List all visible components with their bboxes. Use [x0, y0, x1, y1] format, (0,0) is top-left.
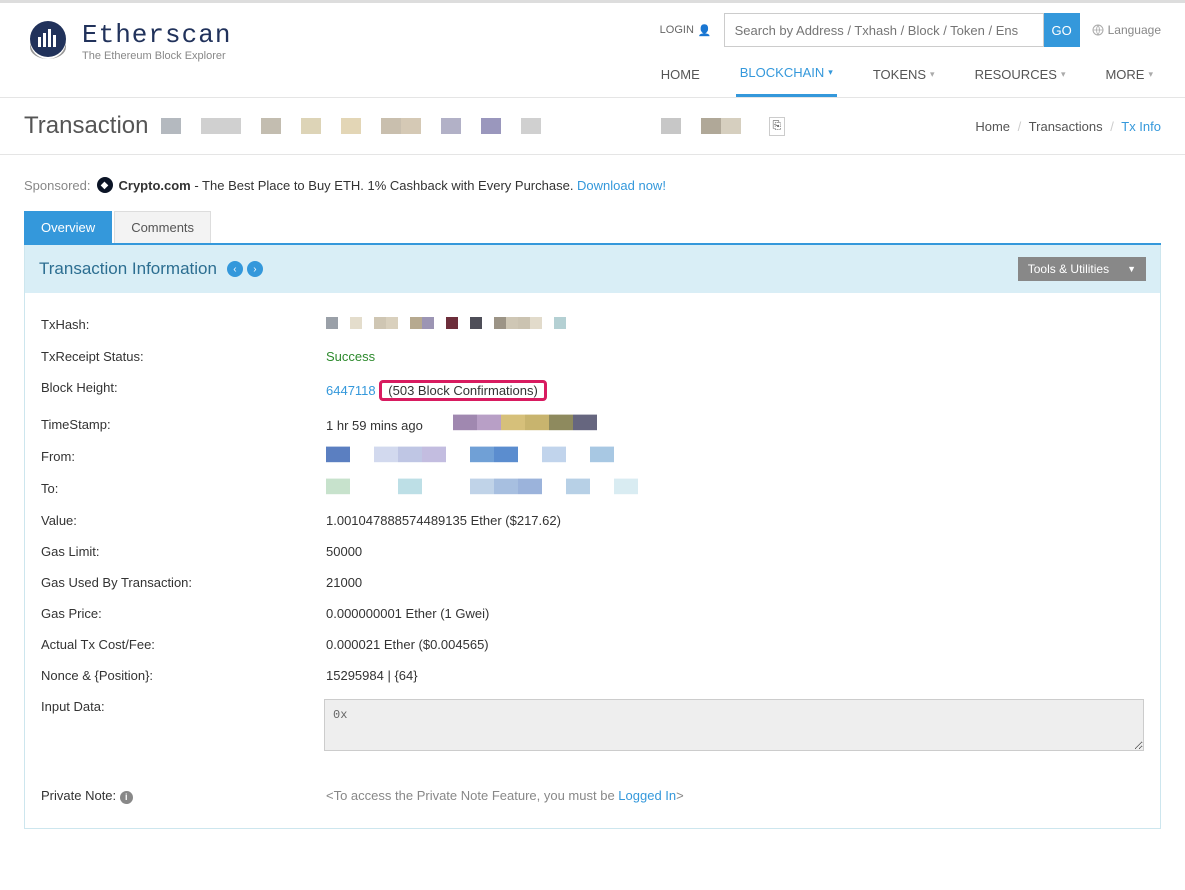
nonce-value: 15295984 | {64} — [326, 668, 1144, 683]
info-icon[interactable]: i — [120, 791, 133, 804]
breadcrumb-home[interactable]: Home — [975, 119, 1010, 134]
person-icon: 👤 — [698, 24, 712, 37]
to-label: To: — [41, 481, 326, 496]
language-selector[interactable]: Language — [1092, 23, 1161, 37]
block-confirmations: (503 Block Confirmations) — [379, 380, 547, 401]
panel-title: Transaction Information — [39, 259, 217, 279]
tab-comments[interactable]: Comments — [114, 211, 211, 243]
main-nav: HOME BLOCKCHAIN▾ TOKENS▾ RESOURCES▾ MORE… — [657, 57, 1161, 97]
gaslimit-label: Gas Limit: — [41, 544, 326, 559]
caret-down-icon: ▼ — [1127, 264, 1136, 274]
from-label: From: — [41, 449, 326, 464]
breadcrumb: Home / Transactions / Tx Info — [975, 119, 1161, 134]
inputdata-textarea[interactable] — [324, 699, 1144, 751]
login-link[interactable]: LOGIN 👤 — [660, 24, 712, 37]
search-go-button[interactable]: GO — [1044, 13, 1080, 47]
tabs: Overview Comments — [24, 211, 1161, 245]
timestamp-label: TimeStamp: — [41, 417, 326, 432]
nav-blockchain[interactable]: BLOCKCHAIN▾ — [736, 57, 837, 97]
value-value: 1.001047888574489135 Ether ($217.62) — [326, 513, 1144, 528]
etherscan-logo-icon — [24, 17, 72, 65]
chevron-down-icon: ▾ — [930, 69, 935, 80]
chevron-down-icon: ▾ — [828, 67, 833, 78]
logged-in-link[interactable]: Logged In — [618, 788, 676, 803]
blockheight-link[interactable]: 6447118 — [326, 383, 376, 398]
privatenote-value: <To access the Private Note Feature, you… — [326, 788, 1144, 803]
copy-icon[interactable]: ⎘ — [769, 117, 786, 136]
nav-resources[interactable]: RESOURCES▾ — [971, 57, 1070, 97]
logo[interactable]: Etherscan The Ethereum Block Explorer — [24, 13, 231, 65]
nav-tokens[interactable]: TOKENS▾ — [869, 57, 939, 97]
from-value-strip — [326, 447, 1185, 468]
value-label: Value: — [41, 513, 326, 528]
next-tx-button[interactable]: › — [247, 261, 263, 277]
status-value: Success — [326, 349, 1144, 364]
inputdata-label: Input Data: — [41, 699, 324, 714]
gasprice-label: Gas Price: — [41, 606, 326, 621]
nav-more[interactable]: MORE▾ — [1101, 57, 1157, 97]
chevron-down-icon: ▾ — [1061, 69, 1066, 80]
prev-tx-button[interactable]: ‹ — [227, 261, 243, 277]
blockheight-label: Block Height: — [41, 380, 326, 395]
logo-subtitle: The Ethereum Block Explorer — [82, 50, 231, 62]
txcost-value: 0.000021 Ether ($0.004565) — [326, 637, 1144, 652]
tools-utilities-dropdown[interactable]: Tools & Utilities▼ — [1018, 257, 1146, 281]
privatenote-label: Private Note: i — [41, 788, 326, 804]
status-label: TxReceipt Status: — [41, 349, 326, 364]
gasprice-value: 0.000000001 Ether (1 Gwei) — [326, 606, 1144, 621]
globe-icon — [1092, 24, 1104, 36]
search-input[interactable] — [724, 13, 1044, 47]
tab-overview[interactable]: Overview — [24, 211, 112, 243]
gasused-label: Gas Used By Transaction: — [41, 575, 326, 590]
txcost-label: Actual Tx Cost/Fee: — [41, 637, 326, 652]
title-hash-strip — [161, 118, 761, 134]
breadcrumb-transactions[interactable]: Transactions — [1029, 119, 1103, 134]
gaslimit-value: 50000 — [326, 544, 1144, 559]
timestamp-strip — [453, 415, 597, 436]
timestamp-value: 1 hr 59 mins ago — [326, 418, 423, 433]
gasused-value: 21000 — [326, 575, 1144, 590]
chevron-down-icon: ▾ — [1148, 69, 1153, 80]
sponsor-banner: Sponsored: ◆ Crypto.com - The Best Place… — [24, 167, 1161, 211]
sponsor-icon: ◆ — [97, 177, 113, 193]
page-title: Transaction — [24, 112, 149, 140]
nonce-label: Nonce & {Position}: — [41, 668, 326, 683]
breadcrumb-current: Tx Info — [1121, 119, 1161, 134]
txhash-label: TxHash: — [41, 317, 326, 332]
to-value-strip — [326, 479, 1185, 500]
sponsor-link[interactable]: Download now! — [577, 178, 666, 193]
txhash-value-strip — [326, 317, 1144, 333]
logo-title: Etherscan — [82, 20, 231, 50]
nav-home[interactable]: HOME — [657, 57, 704, 97]
